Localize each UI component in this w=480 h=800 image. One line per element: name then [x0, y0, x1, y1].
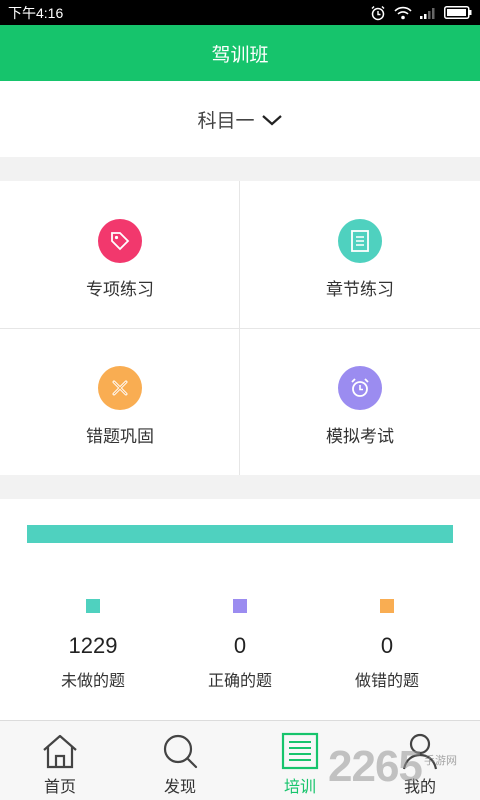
stat-correct-value: 0 — [233, 633, 247, 658]
legend-swatch-correct — [233, 599, 247, 613]
stat-unanswered-label: 未做的题 — [60, 671, 125, 690]
search-icon — [160, 731, 200, 771]
subject-label: 科目一 — [197, 109, 255, 132]
app-header: 驾训班 — [0, 25, 480, 81]
stats-panel: 1229 未做的题 0 正确的题 0 做错的题 — [0, 499, 480, 720]
status-time: 下午4:16 — [8, 4, 64, 21]
watermark-logo: 2265 手游网 — [328, 742, 480, 800]
home-icon — [40, 731, 80, 771]
special-practice-label: 专项练习 — [86, 280, 154, 300]
wifi-icon — [394, 6, 412, 20]
stat-wrong-value: 0 — [380, 633, 394, 658]
stat-correct: 0 正确的题 — [160, 599, 320, 691]
list-icon — [281, 731, 319, 771]
tab-training-label: 培训 — [283, 777, 316, 796]
progress-bar — [27, 525, 453, 543]
mistake-review-button[interactable]: 错题巩固 — [0, 328, 240, 475]
watermark-text: 手游网 — [424, 754, 457, 767]
subject-selector[interactable]: 科目一 — [0, 81, 480, 157]
tab-home-label: 首页 — [43, 777, 76, 796]
battery-icon — [444, 6, 472, 19]
tab-discover-label: 发现 — [163, 777, 196, 796]
stat-unanswered: 1229 未做的题 — [13, 599, 173, 691]
tab-discover[interactable]: 发现 — [120, 721, 240, 800]
practice-grid: 专项练习 章节练习 错题巩固 模拟考试 — [0, 181, 480, 475]
page-title: 驾训班 — [211, 43, 269, 66]
legend-swatch-unanswered — [86, 599, 100, 613]
stat-unanswered-value: 1229 — [68, 633, 118, 658]
status-bar: 下午4:16 — [0, 0, 480, 25]
legend-swatch-wrong — [380, 599, 394, 613]
signal-icon — [420, 7, 436, 19]
document-icon — [338, 219, 382, 263]
mistake-review-label: 错题巩固 — [86, 427, 154, 447]
stat-wrong: 0 做错的题 — [307, 599, 467, 691]
chapter-practice-label: 章节练习 — [326, 280, 394, 300]
tag-icon — [98, 219, 142, 263]
chapter-practice-button[interactable]: 章节练习 — [240, 181, 480, 328]
alarm-clock-icon — [338, 366, 382, 410]
progress-fill — [27, 525, 453, 543]
chevron-down-icon — [261, 112, 283, 131]
special-practice-button[interactable]: 专项练习 — [0, 181, 240, 328]
tab-home[interactable]: 首页 — [0, 721, 120, 800]
alarm-icon — [370, 5, 386, 21]
stat-correct-label: 正确的题 — [207, 671, 272, 690]
mock-exam-label: 模拟考试 — [326, 427, 394, 447]
stat-wrong-label: 做错的题 — [354, 671, 419, 690]
mock-exam-button[interactable]: 模拟考试 — [240, 328, 480, 475]
watermark-number: 2265 — [328, 742, 423, 791]
cross-icon — [98, 366, 142, 410]
